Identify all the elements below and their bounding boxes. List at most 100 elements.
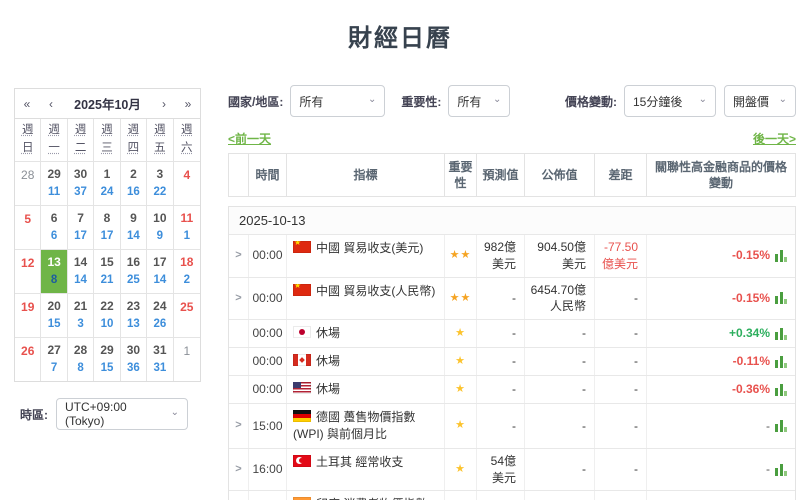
bar-chart-icon[interactable] (775, 292, 787, 304)
calendar-event-count[interactable]: 7 (51, 360, 57, 377)
expand-row-icon[interactable]: > (235, 418, 241, 433)
calendar-day-cell[interactable]: 182 (174, 250, 200, 294)
calendar-day-cell[interactable]: 109 (147, 206, 173, 250)
calendar-event-count[interactable]: 24 (101, 184, 114, 201)
calendar-event-count[interactable]: 26 (153, 316, 166, 333)
table-row[interactable]: >16:00土耳其 經常收支★54億美元--- (229, 448, 795, 491)
calendar-day-cell[interactable]: 25 (174, 294, 200, 338)
calendar-day-cell[interactable]: 322 (147, 162, 173, 206)
calendar-event-count[interactable]: 13 (127, 316, 140, 333)
calendar-day-cell[interactable]: 277 (41, 338, 67, 381)
calendar-event-count[interactable]: 25 (127, 272, 140, 289)
calendar-day-cell[interactable]: 216 (121, 162, 147, 206)
calendar-event-count[interactable]: 14 (153, 272, 166, 289)
calendar-day-cell[interactable]: 3036 (121, 338, 147, 381)
calendar-day-cell[interactable]: 1714 (147, 250, 173, 294)
calendar-day-cell[interactable]: 26 (15, 338, 41, 381)
calendar-day-number: 19 (21, 299, 34, 316)
expander-cell[interactable]: > (229, 235, 249, 277)
calendar-day-cell[interactable]: 3037 (68, 162, 94, 206)
calendar-event-count[interactable]: 1 (184, 228, 190, 245)
calendar-day-cell[interactable]: 213 (68, 294, 94, 338)
calendar-event-count[interactable]: 21 (101, 272, 114, 289)
expander-cell[interactable]: > (229, 491, 249, 500)
calendar-day-cell[interactable]: 124 (94, 162, 120, 206)
calendar-event-count[interactable]: 17 (74, 228, 87, 245)
calendar-event-count[interactable]: 15 (101, 360, 114, 377)
calendar-event-count[interactable]: 14 (127, 228, 140, 245)
calendar-day-number: 29 (100, 342, 113, 359)
calendar-event-count[interactable]: 36 (127, 360, 140, 377)
calendar-day-cell[interactable]: 1521 (94, 250, 120, 294)
calendar-day-cell[interactable]: 12 (15, 250, 41, 294)
calendar-day-cell[interactable]: 2426 (147, 294, 173, 338)
calendar-event-count[interactable]: 11 (48, 184, 60, 201)
bar-chart-icon[interactable] (775, 328, 787, 340)
expand-row-icon[interactable]: > (235, 291, 241, 306)
table-row[interactable]: 00:00休場★----0.11% (229, 347, 795, 375)
table-row[interactable]: >00:00中國 貿易收支(人民幣)★★-6454.70億人民幣--0.15% (229, 277, 795, 320)
calendar-day-cell[interactable]: 1414 (68, 250, 94, 294)
calendar-day-cell[interactable]: 111 (174, 206, 200, 250)
expand-row-icon[interactable]: > (235, 462, 241, 477)
calendar-event-count[interactable]: 14 (74, 272, 87, 289)
calendar-day-cell[interactable]: 2915 (94, 338, 120, 381)
calendar-event-count[interactable]: 22 (153, 184, 166, 201)
calendar-day-cell[interactable]: 914 (121, 206, 147, 250)
calendar-day-cell[interactable]: 717 (68, 206, 94, 250)
country-select[interactable]: 所有 ⌄ (290, 85, 385, 117)
calendar-event-count[interactable]: 16 (127, 184, 140, 201)
calendar-event-count[interactable]: 8 (77, 360, 83, 377)
calendar-day-cell[interactable]: 817 (94, 206, 120, 250)
calendar-event-count[interactable]: 9 (157, 228, 163, 245)
table-row[interactable]: >19:30印度 消費者物價指數(CPI) 與去年同期比★★1.50%--- (229, 490, 795, 500)
price-change-interval-select[interactable]: 15分鐘後 ⌄ (624, 85, 716, 117)
calendar-day-cell[interactable]: 1 (174, 338, 200, 381)
table-row[interactable]: >15:00德國 躉售物價指數(WPI) 與前個月比★---- (229, 403, 795, 448)
table-row[interactable]: 00:00休場★---+0.34% (229, 319, 795, 347)
calendar-day-cell[interactable]: 5 (15, 206, 41, 250)
expander-cell[interactable]: > (229, 449, 249, 491)
prev-day-link[interactable]: <前一天 (228, 130, 271, 147)
next-day-link[interactable]: 後一天> (753, 130, 796, 147)
calendar-day-cell[interactable]: 2015 (41, 294, 67, 338)
bar-chart-icon[interactable] (775, 250, 787, 262)
expand-row-icon[interactable]: > (235, 248, 241, 263)
calendar-first-month-button[interactable]: « (15, 97, 39, 111)
calendar-event-count[interactable]: 37 (74, 184, 87, 201)
calendar-day-cell[interactable]: 1625 (121, 250, 147, 294)
calendar-last-month-button[interactable]: » (176, 97, 200, 111)
calendar-day-cell[interactable]: 19 (15, 294, 41, 338)
calendar-next-month-button[interactable]: › (152, 97, 176, 111)
price-type-select[interactable]: 開盤價 ⌄ (724, 85, 796, 117)
calendar-day-cell[interactable]: 288 (68, 338, 94, 381)
expander-cell[interactable]: > (229, 278, 249, 320)
calendar-day-cell[interactable]: 3131 (147, 338, 173, 381)
bar-chart-icon[interactable] (775, 356, 787, 368)
calendar-day-cell[interactable]: 138 (41, 250, 67, 294)
timezone-select[interactable]: UTC+09:00 (Tokyo) ⌄ (56, 398, 188, 430)
calendar-event-count[interactable]: 17 (101, 228, 114, 245)
calendar-day-cell[interactable]: 66 (41, 206, 67, 250)
table-row[interactable]: 00:00休場★----0.36% (229, 375, 795, 403)
calendar-event-count[interactable]: 8 (51, 272, 57, 289)
calendar-prev-month-button[interactable]: ‹ (39, 97, 63, 111)
bar-chart-icon[interactable] (775, 464, 787, 476)
bar-chart-icon[interactable] (775, 420, 787, 432)
table-row[interactable]: >00:00中國 貿易收支(美元)★★982億美元904.50億美元-77.50… (229, 234, 795, 277)
calendar-day-cell[interactable]: 4 (174, 162, 200, 206)
calendar-day-cell[interactable]: 2911 (41, 162, 67, 206)
bar-chart-icon[interactable] (775, 384, 787, 396)
importance-select[interactable]: 所有 ⌄ (448, 85, 510, 117)
calendar-day-cell[interactable]: 2313 (121, 294, 147, 338)
calendar-event-count[interactable]: 31 (153, 360, 166, 377)
calendar-event-count[interactable]: 2 (184, 272, 190, 289)
calendar-event-count[interactable]: 6 (51, 228, 57, 245)
calendar-day-cell[interactable]: 28 (15, 162, 41, 206)
calendar-day-cell[interactable]: 2210 (94, 294, 120, 338)
expander-cell[interactable]: > (229, 404, 249, 448)
calendar-event-count[interactable]: 3 (77, 316, 83, 333)
calendar-event-count[interactable]: 10 (101, 316, 114, 333)
calendar-event-count[interactable]: 15 (48, 316, 61, 333)
calendar-day-number: 5 (24, 211, 31, 228)
